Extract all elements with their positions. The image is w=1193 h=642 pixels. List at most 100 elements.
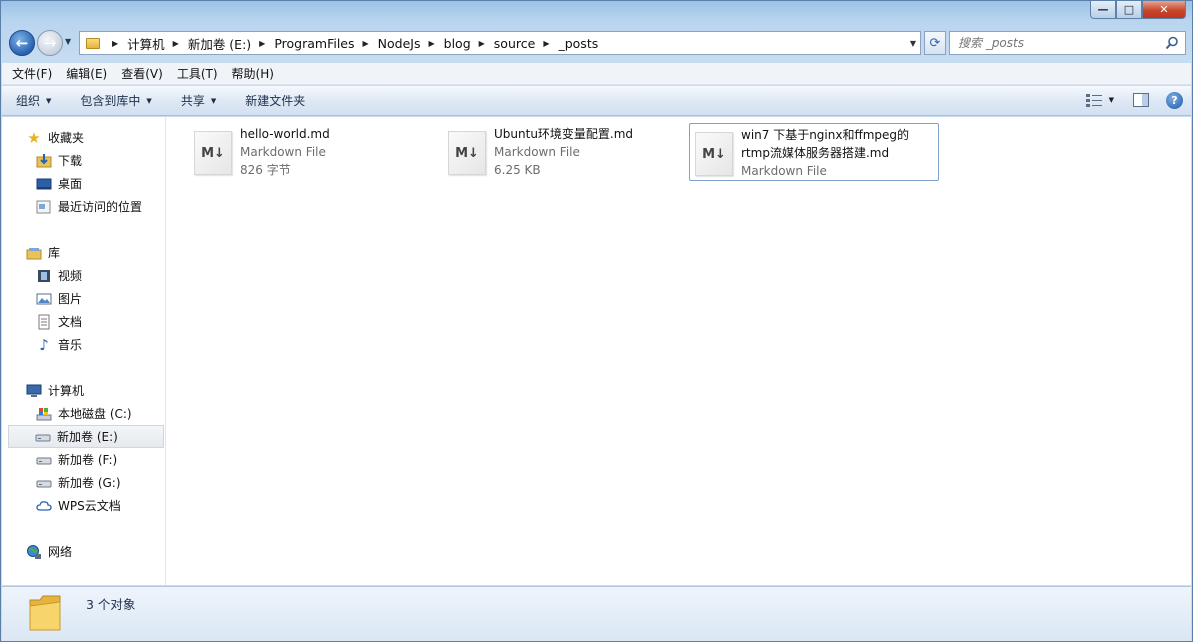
breadcrumb-separator-icon[interactable]: ▶ [428,39,434,48]
desktop-icon [36,176,52,192]
minimize-button[interactable]: — [1090,1,1116,19]
sidebar-item-pictures[interactable]: 图片 [2,287,166,310]
sidebar-item-favorites[interactable]: ★ 收藏夹 [2,126,166,149]
maximize-button[interactable]: □ [1116,1,1142,19]
sidebar-item-computer[interactable]: 计算机 [2,379,166,402]
file-list: M↓ hello-world.md Markdown File 826 字节 M… [167,117,1191,585]
sidebar-item-drive-g[interactable]: 新加卷 (G:) [2,471,166,494]
breadcrumb-item[interactable]: source [494,36,536,51]
document-icon [36,314,52,330]
sidebar-item-drive-e[interactable]: 新加卷 (E:) [8,425,164,448]
share-button[interactable]: 共享 ▼ [181,92,216,109]
star-icon: ★ [27,128,41,147]
sidebar-label: 最近访问的位置 [58,200,143,214]
sidebar-label: 音乐 [58,338,83,352]
file-name: Ubuntu环境变量配置.md [494,127,634,141]
search-input[interactable] [958,36,1158,50]
video-icon [36,268,52,284]
menu-bar: 文件(F) 编辑(E) 查看(V) 工具(T) 帮助(H) [2,63,1191,85]
sidebar-item-drive-c[interactable]: 本地磁盘 (C:) [2,402,166,425]
folder-icon [29,595,61,631]
preview-pane-button[interactable] [1130,91,1152,109]
breadcrumb-separator-icon[interactable]: ▶ [112,39,118,48]
breadcrumb-item[interactable]: NodeJs [378,36,421,51]
help-icon[interactable]: ? [1166,91,1183,109]
breadcrumb-separator-icon[interactable]: ▶ [363,39,369,48]
music-note-icon: ♪ [39,335,49,354]
file-item[interactable]: M↓ hello-world.md Markdown File 826 字节 [188,122,438,180]
file-item[interactable]: M↓ Ubuntu环境变量配置.md Markdown File 6.25 KB [442,122,692,180]
sidebar-label: 计算机 [48,384,85,398]
details-pane: 3 个对象 [2,586,1191,641]
menu-view[interactable]: 查看(V) [121,65,163,82]
breadcrumb-separator-icon[interactable]: ▶ [173,39,179,48]
sidebar-item-documents[interactable]: 文档 [2,310,166,333]
breadcrumb-item[interactable]: ProgramFiles [274,36,354,51]
sidebar-item-drive-f[interactable]: 新加卷 (F:) [2,448,166,471]
sidebar-item-music[interactable]: ♪ 音乐 [2,333,166,356]
include-in-library-button[interactable]: 包含到库中 ▼ [80,92,151,109]
sidebar-item-libraries[interactable]: 库 [2,241,166,264]
sidebar-item-videos[interactable]: 视频 [2,264,166,287]
menu-help[interactable]: 帮助(H) [232,65,274,82]
breadcrumb-item[interactable]: _posts [558,36,598,51]
file-name: win7 下基于nginx和ffmpeg的 [741,128,910,142]
recent-places-icon [36,199,52,215]
content-area: ★ 收藏夹 下载 桌面 最近访问的位置 库 视频 图片 文档 ♪ 音乐 计算机 … [2,117,1191,585]
file-size: 826 字节 [240,163,291,177]
sidebar-item-downloads[interactable]: 下载 [2,149,166,172]
forward-button[interactable]: → [37,30,63,56]
close-button[interactable]: ✕ [1142,1,1186,19]
breadcrumb-separator-icon[interactable]: ▶ [479,39,485,48]
breadcrumb-item[interactable]: blog [444,36,471,51]
sidebar-item-desktop[interactable]: 桌面 [2,172,166,195]
sidebar-label: 网络 [48,545,73,559]
folder-icon [86,37,100,49]
file-details: hello-world.md Markdown File 826 字节 [240,123,330,179]
breadcrumb-separator-icon[interactable]: ▶ [543,39,549,48]
menu-edit[interactable]: 编辑(E) [66,65,107,82]
file-item[interactable]: M↓ win7 下基于nginx和ffmpeg的 rtmp流媒体服务器搭建.md… [689,123,939,181]
breadcrumb-item[interactable]: 新加卷 (E:) [188,34,251,53]
cloud-icon [36,498,52,514]
menu-tools[interactable]: 工具(T) [177,65,218,82]
picture-icon [36,291,52,307]
sidebar-item-wps-cloud[interactable]: WPS云文档 [2,494,166,517]
menu-file[interactable]: 文件(F) [12,65,52,82]
recent-pages-dropdown[interactable]: ▼ [65,37,71,46]
search-icon[interactable] [1165,36,1179,50]
organize-button[interactable]: 组织 ▼ [16,92,51,109]
file-details: Ubuntu环境变量配置.md Markdown File 6.25 KB [494,123,633,179]
address-bar[interactable]: ▶ 计算机 ▶ 新加卷 (E:) ▶ ProgramFiles ▶ NodeJs… [79,31,921,55]
include-library-label: 包含到库中 [80,94,141,108]
share-label: 共享 [180,94,205,108]
file-type: Markdown File [494,145,580,159]
system-drive-icon [36,406,52,422]
sidebar-label: 图片 [58,292,83,306]
markdown-file-icon: M↓ [194,131,232,175]
sidebar-item-network[interactable]: 网络 [2,540,166,563]
back-button[interactable]: ← [9,30,35,56]
refresh-icon: ⟳ [929,35,941,51]
breadcrumb-separator-icon[interactable]: ▶ [259,39,265,48]
markdown-file-icon: M↓ [695,132,733,176]
new-folder-button[interactable]: 新建文件夹 [245,92,305,109]
new-folder-label: 新建文件夹 [245,94,306,108]
view-dropdown-icon[interactable]: ▼ [1109,96,1114,104]
file-type: Markdown File [741,164,827,178]
change-view-button[interactable] [1083,91,1105,109]
sidebar-label: 本地磁盘 (C:) [58,407,132,421]
navigation-bar: ← → ▼ ▶ 计算机 ▶ 新加卷 (E:) ▶ ProgramFiles ▶ … [7,27,1186,57]
refresh-button[interactable]: ⟳ [924,31,946,55]
breadcrumb-item[interactable]: 计算机 [127,34,165,53]
drive-icon [36,452,52,468]
sidebar-label: 文档 [58,315,83,329]
drive-icon [35,429,51,445]
search-box[interactable] [949,31,1186,55]
sidebar-item-recent-places[interactable]: 最近访问的位置 [2,195,166,218]
forward-arrow-icon: → [43,34,57,52]
preview-pane-icon [1133,93,1149,107]
sidebar-label: 下载 [58,154,83,168]
address-history-dropdown-icon[interactable]: ▼ [910,39,916,48]
sidebar-label: 新加卷 (F:) [58,453,118,467]
